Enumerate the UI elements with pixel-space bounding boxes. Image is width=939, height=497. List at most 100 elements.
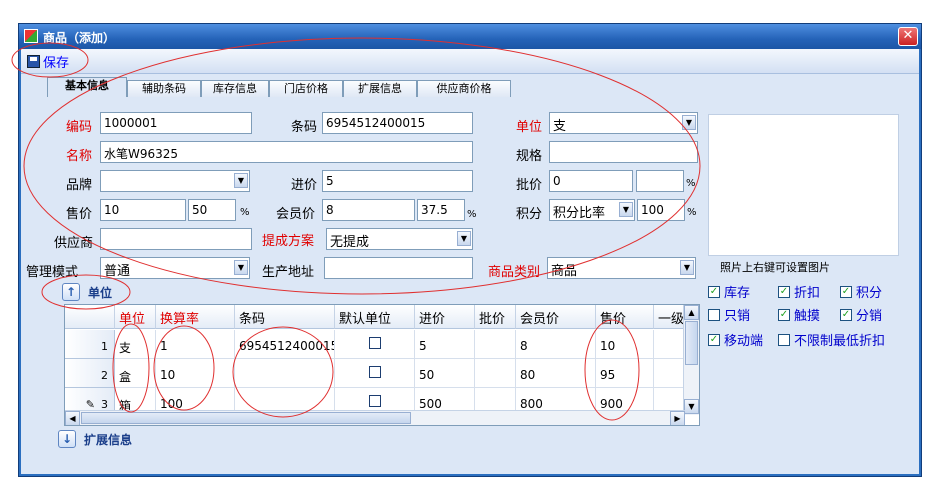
brand-label: 品牌 xyxy=(66,178,93,193)
grid-cell-rate[interactable]: 1 xyxy=(156,330,235,359)
grid-vertical-scrollbar[interactable]: ▲ ▼ xyxy=(683,305,699,415)
grid-header-level1[interactable]: 一级 xyxy=(654,305,685,329)
checkbox-icon xyxy=(368,395,381,407)
option-mobile[interactable]: ✓ 移动端 xyxy=(708,330,763,349)
option-touch[interactable]: ✓ 触摸 xyxy=(778,305,820,324)
points-label: 积分 xyxy=(516,207,543,222)
grid-cell-price[interactable]: 10 xyxy=(596,330,654,359)
collapse-up-icon: ↑ xyxy=(62,283,80,301)
percent-sign: % xyxy=(686,178,696,189)
price-label: 售价 xyxy=(66,207,93,222)
grid-cell-price[interactable]: 95 xyxy=(596,359,654,388)
ext-section-title: 扩展信息 xyxy=(84,432,133,447)
grid-header-wholesale[interactable]: 批价 xyxy=(475,305,516,329)
mgmt-mode-value: 普通 xyxy=(104,264,131,279)
grid-cell-default[interactable] xyxy=(335,330,415,359)
spec-input[interactable] xyxy=(549,141,698,163)
grid-cell-wholesale[interactable] xyxy=(475,330,516,359)
grid-header-barcode[interactable]: 条码 xyxy=(235,305,335,329)
grid-cell-unit[interactable]: 支 xyxy=(115,330,156,359)
expand-down-icon: ↓ xyxy=(58,430,76,448)
grid-cell-member[interactable]: 80 xyxy=(516,359,596,388)
origin-label: 生产地址 xyxy=(262,265,315,280)
option-sell-only[interactable]: 只销 xyxy=(708,305,750,324)
name-input[interactable]: 水笔W96325 xyxy=(100,141,473,163)
grid-cell-barcode[interactable]: 6954512400015 xyxy=(235,330,335,359)
barcode-input[interactable]: 6954512400015 xyxy=(322,112,473,134)
points-value-input[interactable]: 100 xyxy=(637,199,685,221)
ext-section-toggle[interactable]: ↓ 扩展信息 xyxy=(58,430,132,448)
code-input[interactable]: 1000001 xyxy=(100,112,252,134)
cost-input[interactable]: 5 xyxy=(322,170,473,192)
checkbox-checked-icon: ✓ xyxy=(708,285,720,298)
grid-cell-rate[interactable]: 10 xyxy=(156,359,235,388)
points-mode-select[interactable]: 积分比率 ▼ xyxy=(549,199,635,221)
grid-cell-level1[interactable] xyxy=(654,330,685,359)
grid-cell-member[interactable]: 8 xyxy=(516,330,596,359)
scroll-thumb[interactable] xyxy=(685,321,698,365)
row-header[interactable]: 2 xyxy=(65,359,115,388)
option-discount[interactable]: ✓ 折扣 xyxy=(778,282,820,301)
grid-header-rate[interactable]: 换算率 xyxy=(156,305,235,329)
percent-sign: % xyxy=(467,209,477,220)
grid-cell-wholesale[interactable] xyxy=(475,359,516,388)
supplier-input[interactable] xyxy=(100,228,252,250)
name-label: 名称 xyxy=(66,149,93,164)
grid-cell-cost[interactable]: 5 xyxy=(415,330,475,359)
option-label: 只销 xyxy=(724,309,751,324)
wholesale-input[interactable]: 0 xyxy=(549,170,633,192)
price-input[interactable]: 10 xyxy=(100,199,186,221)
category-label: 商品类别 xyxy=(488,265,541,280)
supplier-label: 供应商 xyxy=(54,236,94,251)
grid-header-member-price[interactable]: 会员价 xyxy=(516,305,596,329)
option-stock[interactable]: ✓ 库存 xyxy=(708,282,750,301)
units-grid: 单位 换算率 条码 默认单位 进价 批价 会员价 售价 一级 1 支 1 695… xyxy=(64,304,700,426)
checkbox-checked-icon: ✓ xyxy=(778,285,790,298)
scroll-left-icon[interactable]: ◀ xyxy=(65,411,80,425)
grid-header-cost[interactable]: 进价 xyxy=(415,305,475,329)
option-label: 移动端 xyxy=(724,334,764,349)
scroll-right-icon[interactable]: ▶ xyxy=(670,411,685,425)
member-pct-input[interactable]: 37.5 xyxy=(417,199,465,221)
scroll-thumb[interactable] xyxy=(81,412,411,424)
dropdown-arrow-icon: ▼ xyxy=(234,173,248,188)
option-no-min-discount[interactable]: 不限制最低折扣 xyxy=(778,330,885,349)
member-price-input[interactable]: 8 xyxy=(322,199,415,221)
unit-select[interactable]: 支 ▼ xyxy=(549,112,698,134)
grid-header-unit[interactable]: 单位 xyxy=(115,305,156,329)
grid-header-price[interactable]: 售价 xyxy=(596,305,654,329)
checkbox-checked-icon: ✓ xyxy=(840,285,852,298)
unit-label: 单位 xyxy=(516,120,543,135)
dropdown-arrow-icon: ▼ xyxy=(234,260,248,275)
checkbox-icon xyxy=(778,333,790,346)
grid-cell-unit[interactable]: 盒 xyxy=(115,359,156,388)
grid-cell-cost[interactable]: 50 xyxy=(415,359,475,388)
barcode-label: 条码 xyxy=(291,120,318,135)
percent-sign: % xyxy=(240,207,250,218)
photo-hint: 照片上右键可设置图片 xyxy=(720,261,830,274)
grid-header-default-unit[interactable]: 默认单位 xyxy=(335,305,415,329)
grid-horizontal-scrollbar[interactable]: ◀ ▶ xyxy=(65,410,685,425)
grid-cell-default[interactable] xyxy=(335,359,415,388)
wholesale-pct-input[interactable] xyxy=(636,170,684,192)
checkbox-icon xyxy=(368,337,381,349)
option-label: 不限制最低折扣 xyxy=(794,334,886,349)
mgmt-mode-select[interactable]: 普通 ▼ xyxy=(100,257,250,279)
brand-select[interactable]: ▼ xyxy=(100,170,250,192)
units-section-toggle[interactable]: ↑ 单位 xyxy=(62,283,112,301)
checkbox-checked-icon: ✓ xyxy=(840,308,852,321)
unit-value: 支 xyxy=(553,119,567,134)
origin-input[interactable] xyxy=(324,257,473,279)
grid-cell-barcode[interactable] xyxy=(235,359,335,388)
option-points[interactable]: ✓ 积分 xyxy=(840,282,882,301)
mgmt-mode-label: 管理模式 xyxy=(26,265,79,280)
grid-cell-level1[interactable] xyxy=(654,359,685,388)
category-select[interactable]: 商品 ▼ xyxy=(547,257,696,279)
commission-select[interactable]: 无提成 ▼ xyxy=(326,228,473,250)
option-distribution[interactable]: ✓ 分销 xyxy=(840,305,882,324)
row-header[interactable]: 1 xyxy=(65,330,115,359)
product-photo[interactable] xyxy=(708,114,899,256)
scroll-down-icon[interactable]: ▼ xyxy=(684,399,699,414)
price-pct-input[interactable]: 50 xyxy=(188,199,236,221)
scroll-up-icon[interactable]: ▲ xyxy=(684,305,699,320)
